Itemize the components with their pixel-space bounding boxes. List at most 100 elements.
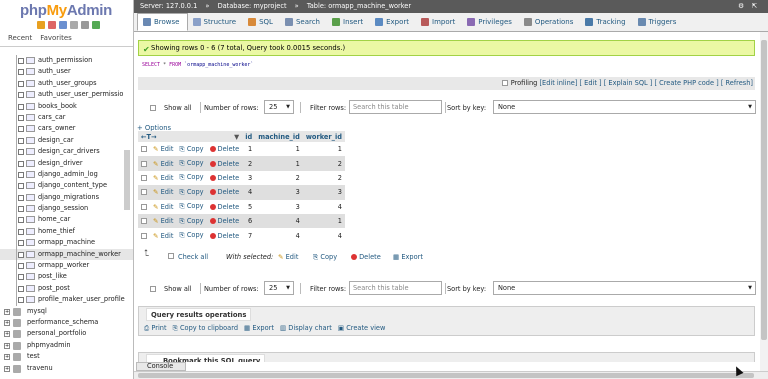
table-browse-icon[interactable]	[18, 126, 24, 133]
cell-machine_id[interactable]: 4	[255, 228, 303, 243]
row-copy-button[interactable]: ⎘ Copy	[176, 142, 207, 157]
copy-clipboard-link[interactable]: ⎘ Copy to clipboard	[173, 324, 238, 333]
home-icon[interactable]	[37, 21, 45, 29]
tree-database-item[interactable]: + test	[0, 351, 133, 362]
column-header-machine_id[interactable]: machine_id	[255, 131, 303, 142]
table-browse-icon[interactable]	[18, 69, 24, 76]
tree-table-item[interactable]: django_migrations	[0, 191, 133, 204]
table-browse-icon[interactable]	[18, 114, 24, 121]
profiling-checkbox[interactable]	[501, 80, 508, 86]
explain-sql-link[interactable]: [ Explain SQL ]	[604, 79, 653, 87]
cell-worker_id[interactable]: 2	[302, 170, 345, 186]
tab-structure[interactable]: Structure	[188, 13, 244, 31]
exit-icon[interactable]	[48, 21, 56, 29]
sql-query[interactable]: SELECT * FROM `ormapp_machine_worker`	[142, 62, 253, 68]
tree-table-item[interactable]: profile_maker_user_profile	[0, 294, 133, 306]
cell-id[interactable]: 5	[242, 199, 256, 214]
collapse-icon[interactable]: ⇱	[751, 0, 757, 13]
tab-browse[interactable]: Browse	[137, 13, 188, 31]
row-delete-button[interactable]: Delete	[206, 228, 243, 243]
show-all-checkbox[interactable]	[150, 105, 156, 111]
nav-scrollbar[interactable]	[124, 150, 130, 210]
tree-table-item[interactable]: ormapp_machine_worker	[0, 248, 133, 261]
tree-table-item[interactable]: django_content_type	[0, 180, 133, 192]
table-browse-icon[interactable]	[18, 149, 24, 156]
table-browse-icon[interactable]	[18, 58, 24, 64]
tree-table-item[interactable]: ormapp_machine	[0, 237, 133, 249]
bulk-copy-button[interactable]: ⎘ Copy	[313, 253, 337, 262]
column-header-worker_id[interactable]: worker_id	[302, 131, 345, 142]
tree-table-item[interactable]: auth_user	[0, 66, 133, 78]
bulk-edit-button[interactable]: ✎ Edit	[278, 253, 298, 261]
row-copy-button[interactable]: ⎘ Copy	[176, 156, 207, 171]
tree-table-item[interactable]: design_car_drivers	[0, 146, 133, 158]
docs-icon[interactable]	[70, 21, 78, 29]
reload-icon[interactable]	[92, 21, 100, 29]
vertical-scrollbar[interactable]	[760, 32, 768, 371]
row-checkbox[interactable]	[141, 160, 147, 167]
tree-table-item[interactable]: design_driver	[0, 157, 133, 169]
table-browse-icon[interactable]	[18, 285, 24, 292]
breadcrumb-table[interactable]: Table: ormapp_machine_worker	[307, 2, 411, 10]
create-php-link[interactable]: [ Create PHP code ]	[654, 79, 718, 87]
table-browse-icon[interactable]	[18, 228, 24, 235]
table-browse-icon[interactable]	[18, 297, 24, 304]
expand-icon[interactable]: +	[4, 342, 10, 349]
tree-database-item[interactable]: + personal_portfolio	[0, 328, 133, 339]
print-link[interactable]: ⎙ Print	[144, 324, 167, 333]
tree-table-item[interactable]: post_post	[0, 282, 133, 295]
row-delete-button[interactable]: Delete	[206, 170, 243, 186]
table-browse-icon[interactable]	[18, 263, 24, 270]
row-copy-button[interactable]: ⎘ Copy	[176, 185, 207, 200]
column-arrows-icon[interactable]: ←T→	[141, 133, 157, 141]
tree-table-item[interactable]: books_book	[0, 100, 133, 112]
tree-table-item[interactable]: home_car	[0, 214, 133, 226]
tree-table-item[interactable]: auth_user_groups	[0, 77, 133, 90]
column-header-id[interactable]: id	[242, 131, 256, 142]
tree-table-item[interactable]: home_thief	[0, 225, 133, 238]
display-chart-link[interactable]: ▥ Display chart	[280, 324, 332, 333]
expand-icon[interactable]: +	[4, 319, 10, 326]
console-button[interactable]: Console	[136, 362, 186, 371]
row-delete-button[interactable]: Delete	[206, 156, 243, 171]
row-checkbox[interactable]	[141, 189, 147, 196]
table-browse-icon[interactable]	[18, 137, 24, 144]
check-all-label[interactable]: Check all	[178, 253, 208, 261]
show-all-checkbox[interactable]	[150, 286, 156, 292]
table-browse-icon[interactable]	[18, 217, 24, 224]
table-browse-icon[interactable]	[18, 80, 24, 87]
refresh-link[interactable]: [ Refresh]	[721, 79, 753, 87]
filter-input[interactable]: Search this table	[349, 100, 442, 114]
row-copy-button[interactable]: ⎘ Copy	[176, 228, 207, 243]
tree-table-item[interactable]: cars_car	[0, 111, 133, 124]
tab-triggers[interactable]: Triggers	[633, 13, 684, 31]
row-delete-button[interactable]: Delete	[206, 199, 243, 214]
row-checkbox[interactable]	[141, 174, 147, 181]
cell-machine_id[interactable]: 4	[255, 213, 303, 229]
tree-table-item[interactable]: cars_owner	[0, 123, 133, 135]
tree-table-item[interactable]: ormapp_worker	[0, 260, 133, 272]
expand-icon[interactable]: +	[4, 354, 10, 361]
table-browse-icon[interactable]	[18, 92, 24, 99]
row-edit-button[interactable]: ✎ Edit	[150, 170, 177, 186]
row-edit-button[interactable]: ✎ Edit	[150, 185, 177, 200]
recent-tab[interactable]: Recent	[8, 34, 32, 42]
tree-table-item[interactable]: design_car	[0, 134, 133, 147]
table-browse-icon[interactable]	[18, 171, 24, 178]
rows-select[interactable]: 25 ▼	[264, 100, 294, 114]
cell-id[interactable]: 1	[242, 142, 256, 157]
tree-database-item[interactable]: + travenu	[0, 363, 133, 374]
table-browse-icon[interactable]	[18, 251, 24, 258]
cell-worker_id[interactable]: 3	[302, 185, 345, 200]
row-edit-button[interactable]: ✎ Edit	[150, 142, 177, 157]
tree-database-item[interactable]: + mysql	[0, 306, 133, 317]
row-checkbox[interactable]	[141, 146, 147, 153]
create-view-link[interactable]: ▣ Create view	[338, 324, 386, 333]
cell-worker_id[interactable]: 2	[302, 156, 345, 171]
tab-operations[interactable]: Operations	[519, 13, 580, 31]
table-browse-icon[interactable]	[18, 206, 24, 213]
cell-id[interactable]: 7	[242, 228, 256, 243]
tree-table-item[interactable]: django_session	[0, 203, 133, 215]
row-delete-button[interactable]: Delete	[206, 142, 243, 157]
favorites-tab[interactable]: Favorites	[40, 34, 72, 42]
